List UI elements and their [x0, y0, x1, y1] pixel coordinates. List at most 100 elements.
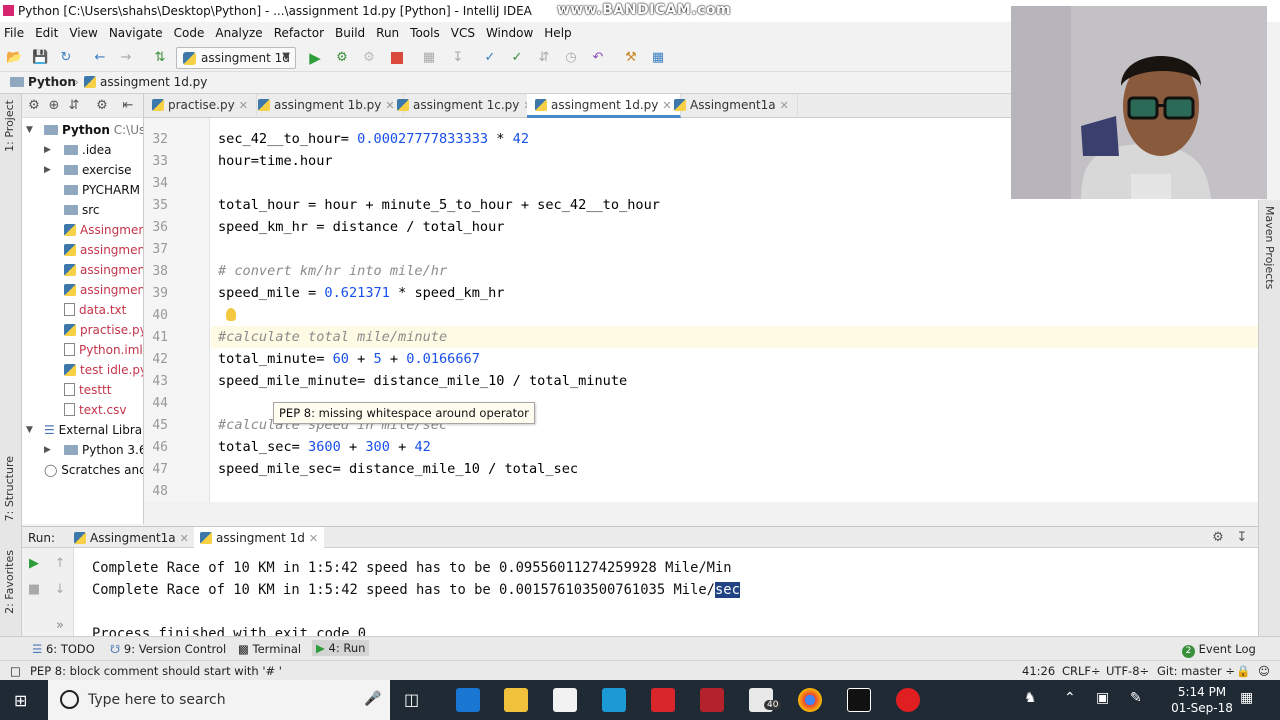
project-structure-icon[interactable]: ▦: [650, 50, 666, 66]
lightbulb-icon[interactable]: [226, 308, 236, 321]
coverage-icon[interactable]: ⚙: [361, 50, 377, 66]
taskbar-clock[interactable]: 5:14 PM 01-Sep-18: [1168, 684, 1236, 716]
revert-icon[interactable]: ↶: [590, 50, 606, 66]
code-line[interactable]: total_sec= 3600 + 300 + 42: [218, 439, 431, 455]
tab-assingment1a[interactable]: Assingment1a ✕: [666, 94, 798, 118]
code-line[interactable]: total_hour = hour + minute_5_to_hour + s…: [218, 197, 660, 213]
task-view-icon[interactable]: ◫: [404, 690, 419, 709]
expand-icon[interactable]: ⇵: [66, 98, 82, 114]
menu-view[interactable]: View: [69, 26, 97, 40]
menu-code[interactable]: Code: [174, 26, 205, 40]
rerun-icon[interactable]: ▶: [26, 556, 42, 572]
code-line[interactable]: speed_mile_sec= distance_mile_10 / total…: [218, 461, 578, 477]
close-icon[interactable]: ✕: [309, 532, 318, 545]
store-icon[interactable]: [553, 688, 577, 712]
microphone-icon[interactable]: 🎤: [364, 691, 381, 707]
run-tab-assingment1a[interactable]: Assingment1a ✕: [68, 527, 195, 549]
action-center-icon[interactable]: ▦: [1240, 690, 1253, 706]
code-line[interactable]: speed_km_hr = distance / total_hour: [218, 219, 504, 235]
structure-tool-tab[interactable]: 7: Structure: [3, 456, 16, 521]
run-config-select[interactable]: assingment 1d ▼: [176, 47, 296, 69]
run-tool-button[interactable]: ▶ 4: Run: [312, 640, 370, 656]
favorites-tool-tab[interactable]: 2: Favorites: [3, 550, 16, 614]
update-icon[interactable]: ▦: [421, 50, 437, 66]
tab-practise[interactable]: practise.py ✕: [144, 94, 257, 118]
chevron-up-icon[interactable]: ⌃: [1064, 690, 1076, 706]
code-comment[interactable]: # convert km/hr into mile/hr: [218, 263, 447, 279]
lock-icon[interactable]: 🔒: [1236, 664, 1250, 678]
menu-build[interactable]: Build: [335, 26, 365, 40]
forward-arrow-icon[interactable]: →: [118, 50, 134, 66]
project-tool-tab[interactable]: 1: Project: [3, 100, 16, 152]
back-arrow-icon[interactable]: ←: [92, 50, 108, 66]
git-branch[interactable]: Git: master ÷: [1157, 664, 1235, 678]
vcs-update-icon[interactable]: ✓: [482, 50, 498, 66]
menu-tools[interactable]: Tools: [410, 26, 440, 40]
caret-position[interactable]: 41:26: [1022, 664, 1055, 678]
down-arrow-icon[interactable]: ↓: [52, 582, 68, 598]
run-tab-assingment-1d[interactable]: assingment 1d ✕: [194, 527, 325, 549]
menu-file[interactable]: File: [4, 26, 24, 40]
tab-assingment-1c[interactable]: assingment 1c.py✕: [389, 94, 542, 118]
run-icon[interactable]: ▶: [307, 50, 323, 66]
vcs-commit-icon[interactable]: ✓: [509, 50, 525, 66]
menu-vcs[interactable]: VCS: [451, 26, 475, 40]
edge-icon[interactable]: [456, 688, 480, 712]
close-icon[interactable]: ✕: [780, 99, 789, 112]
status-panel-icon[interactable]: □: [10, 664, 21, 678]
battery-icon[interactable]: ▣: [1096, 690, 1109, 706]
file-explorer-icon[interactable]: [504, 688, 528, 712]
mcafee-icon[interactable]: [700, 688, 724, 712]
collapse-icon[interactable]: ⚙: [26, 98, 42, 114]
menu-analyze[interactable]: Analyze: [215, 26, 262, 40]
todo-tool-button[interactable]: ☰ 6: TODO: [32, 642, 95, 656]
hide-panel-icon[interactable]: ↧: [1234, 530, 1250, 546]
event-log-button[interactable]: 2 Event Log: [1182, 642, 1256, 658]
more-icon[interactable]: »: [52, 618, 68, 634]
menu-navigate[interactable]: Navigate: [109, 26, 163, 40]
red-app-icon[interactable]: [651, 688, 675, 712]
code-line[interactable]: speed_mile_minute= distance_mile_10 / to…: [218, 373, 627, 389]
run-console[interactable]: ▶ ↑ ■ ↓ » Complete Race of 10 KM in 1:5:…: [22, 548, 1258, 636]
close-icon[interactable]: ✕: [180, 532, 189, 545]
line-separator[interactable]: CRLF÷: [1062, 664, 1101, 678]
open-folder-icon[interactable]: 📂: [6, 50, 22, 66]
menu-refactor[interactable]: Refactor: [274, 26, 324, 40]
code-line[interactable]: total_minute= 60 + 5 + 0.0166667: [218, 351, 480, 367]
vcs-compare-icon[interactable]: ⇵: [536, 50, 552, 66]
menu-window[interactable]: Window: [486, 26, 533, 40]
file-encoding[interactable]: UTF-8÷: [1106, 664, 1149, 678]
gear-icon[interactable]: ⚙: [1210, 530, 1226, 546]
code-line[interactable]: sec_42__to_hour= 0.00027777833333 * 42: [218, 131, 529, 147]
locate-icon[interactable]: ⊕: [46, 98, 62, 114]
bandicam-record-icon[interactable]: [896, 688, 920, 712]
inspector-icon[interactable]: ☺: [1258, 664, 1270, 678]
stop-icon[interactable]: [389, 50, 405, 66]
download-icon[interactable]: ↧: [450, 50, 466, 66]
intellij-taskbar-icon[interactable]: [847, 688, 871, 712]
menu-edit[interactable]: Edit: [35, 26, 58, 40]
gear-icon[interactable]: ⚙: [94, 98, 110, 114]
menu-help[interactable]: Help: [544, 26, 571, 40]
build-icon[interactable]: ⇅: [152, 50, 168, 66]
save-icon[interactable]: 💾: [32, 50, 48, 66]
l-app-icon[interactable]: [602, 688, 626, 712]
code-line[interactable]: hour=time.hour: [218, 153, 333, 169]
vcs-history-icon[interactable]: ◷: [563, 50, 579, 66]
people-icon[interactable]: ♞: [1024, 690, 1037, 706]
pen-icon[interactable]: ✎: [1130, 690, 1142, 706]
tab-assingment-1d[interactable]: assingment 1d.py ✕: [527, 94, 681, 118]
code-line[interactable]: speed_mile = 0.621371 * speed_km_hr: [218, 285, 504, 301]
breadcrumb-project[interactable]: Python: [10, 75, 76, 89]
hide-panel-icon[interactable]: ⇤: [120, 98, 136, 114]
debug-bug-icon[interactable]: ⚙: [334, 50, 350, 66]
windows-start-icon[interactable]: ⊞: [14, 691, 27, 710]
settings-wrench-icon[interactable]: ⚒: [623, 50, 639, 66]
version-control-tool-button[interactable]: ☋ 9: Version Control: [110, 642, 226, 656]
code-comment[interactable]: #calculate total mile/minute: [218, 329, 447, 345]
stop-icon[interactable]: ■: [26, 582, 42, 598]
breadcrumb-file[interactable]: assingment 1d.py: [84, 75, 207, 89]
up-arrow-icon[interactable]: ↑: [52, 556, 68, 572]
close-icon[interactable]: ✕: [239, 99, 248, 112]
taskbar-search[interactable]: Type here to search 🎤: [48, 680, 390, 720]
